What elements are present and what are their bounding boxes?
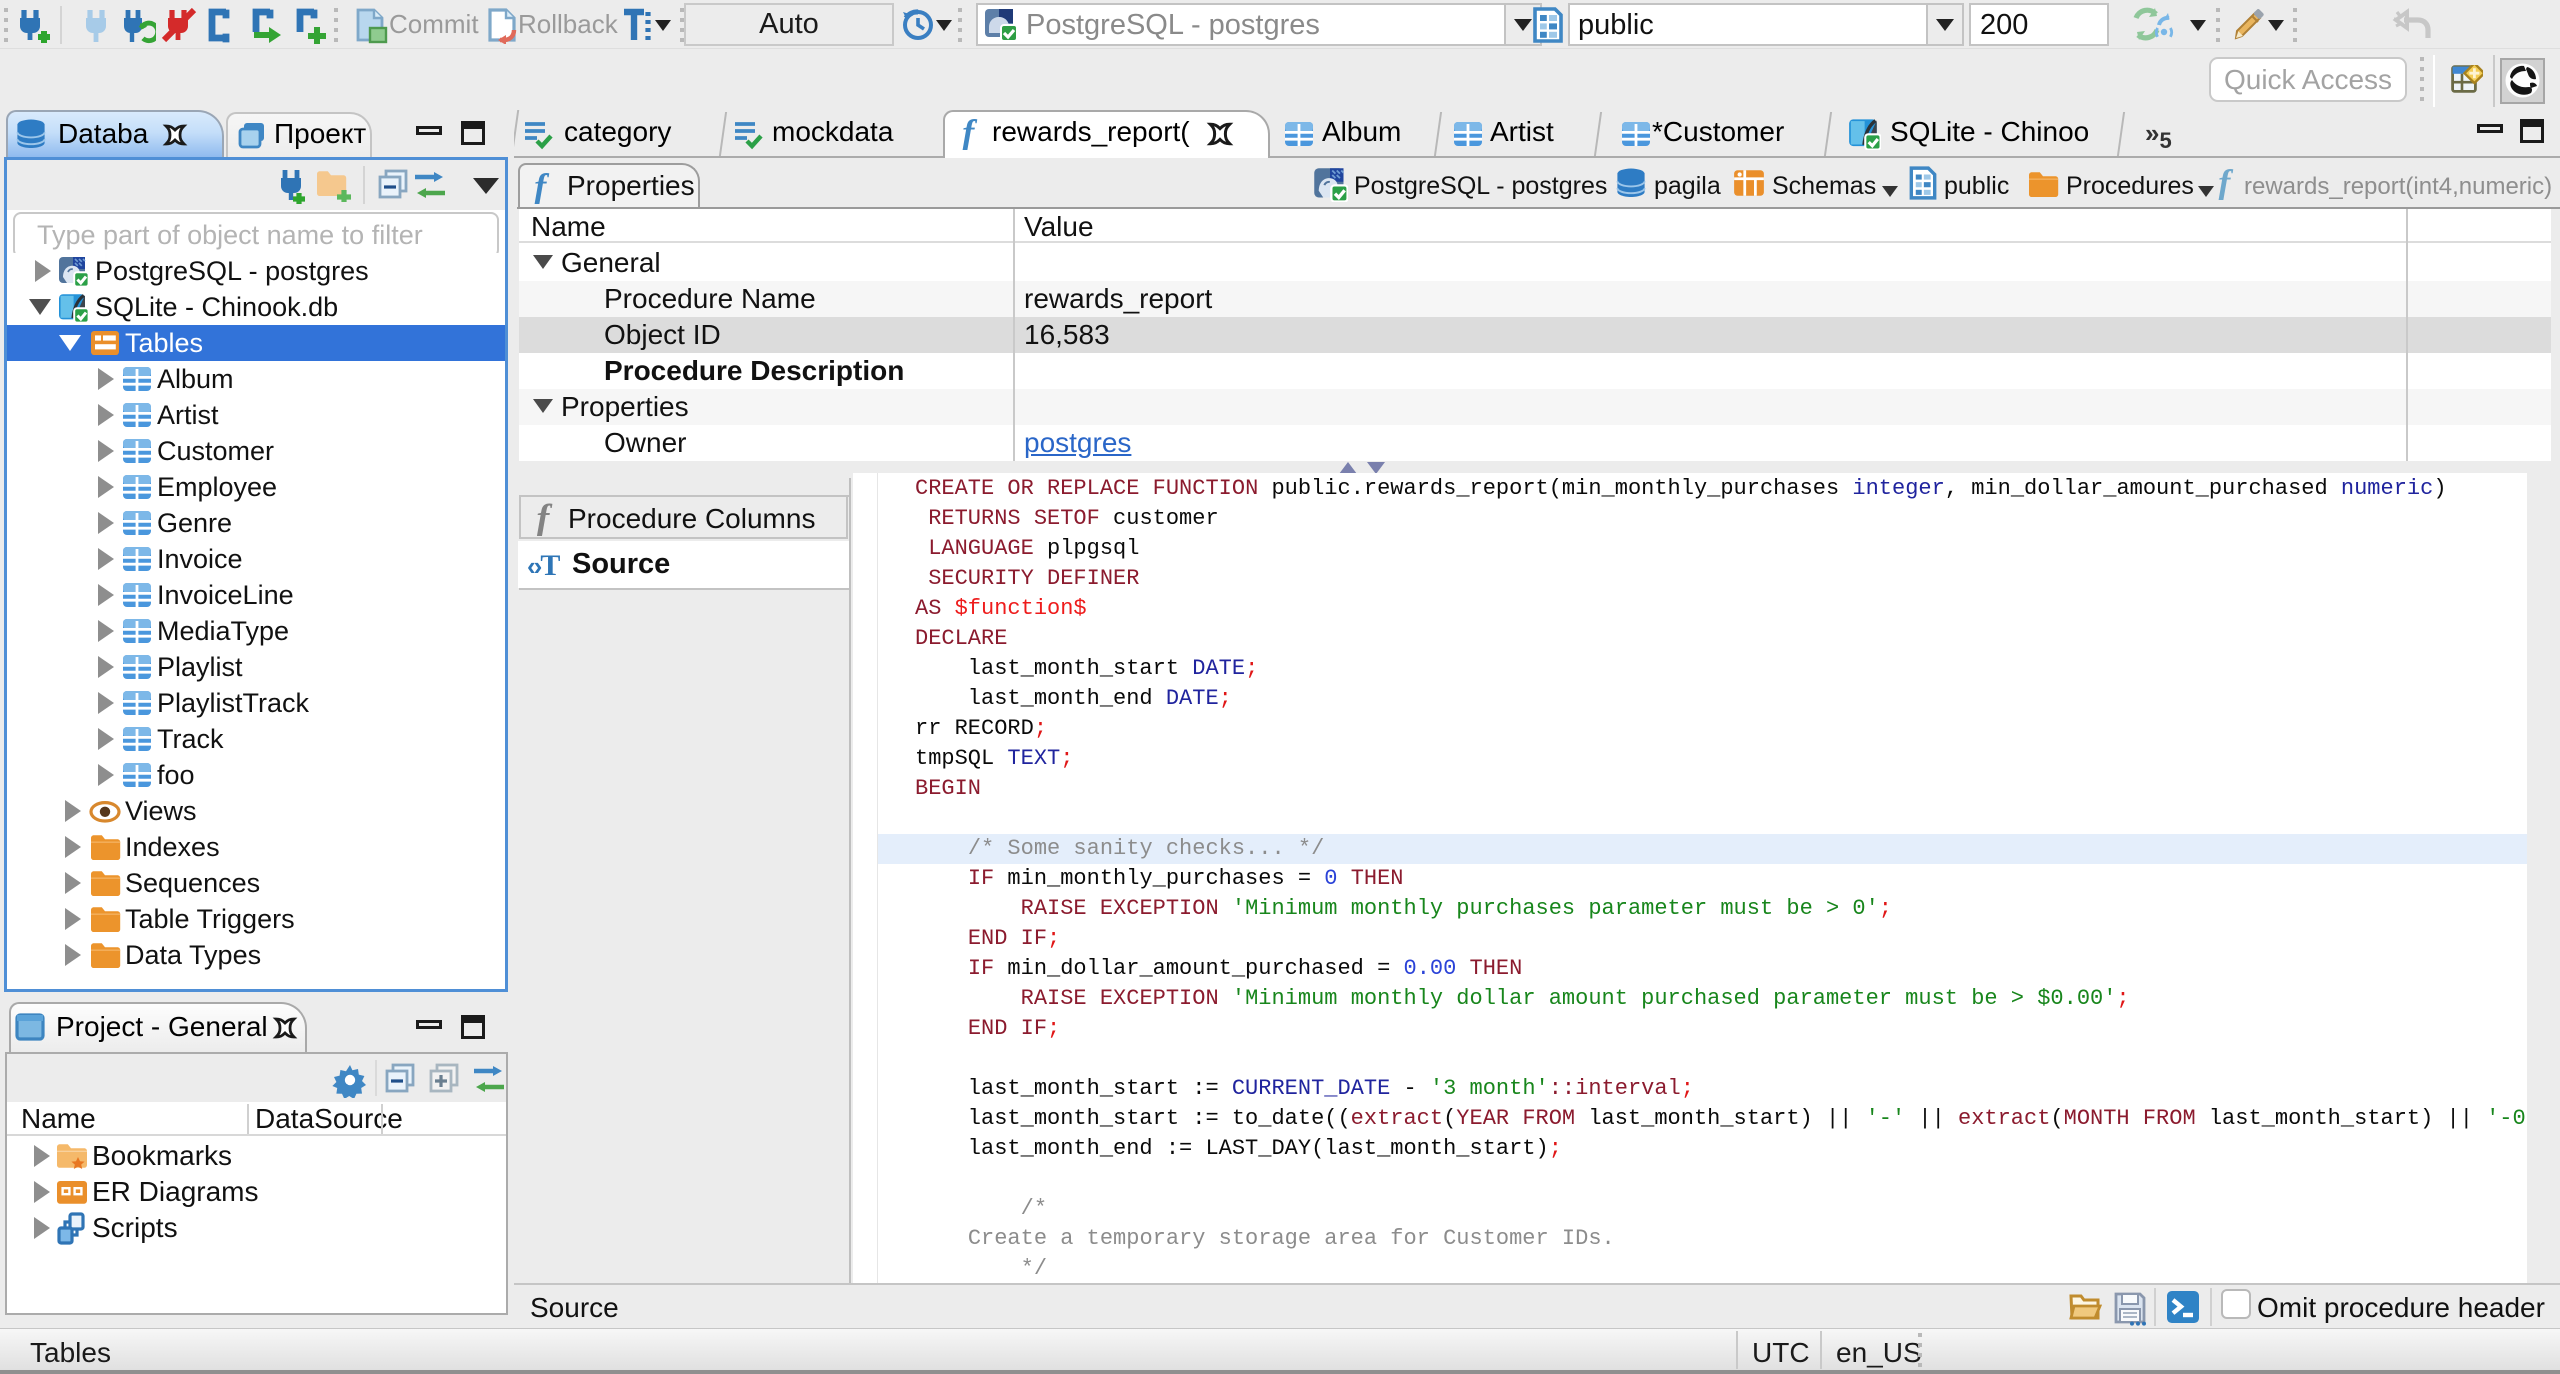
svg-text:f: f [534,170,550,204]
svg-text:f: f [962,116,978,150]
svg-text:f: f [2218,166,2234,200]
svg-text:f: f [537,500,553,536]
